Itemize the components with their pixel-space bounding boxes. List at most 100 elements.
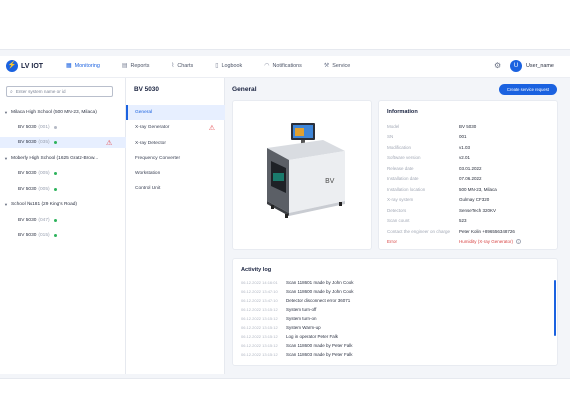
avatar[interactable]: U (510, 60, 522, 72)
settings-gear-icon[interactable]: ⚙ (494, 61, 501, 70)
tree-device[interactable]: BV 5030 (015) (0, 230, 126, 241)
device-name: BV 5030 (18, 125, 37, 130)
info-value: 07.06.2022 (459, 175, 482, 181)
device-name: BV 5030 (18, 171, 37, 176)
log-time: 06.12.2022 13:15:12 (241, 352, 278, 357)
grid-icon: ▦ (66, 63, 72, 69)
subsystem-menu: BV 5030 General X-ray Generator ⚠ X-ray … (126, 78, 225, 374)
log-time: 06.12.2022 13:15:12 (241, 343, 278, 348)
image-label: BV (325, 177, 335, 185)
user-name[interactable]: User_name (526, 63, 554, 69)
info-circle-icon[interactable]: i (516, 238, 522, 244)
info-value: Humidity (X-ray Generator) (459, 238, 514, 244)
info-label: Installation date (387, 175, 419, 181)
menu-item-xray-generator[interactable]: X-ray Generator ⚠ (126, 120, 225, 135)
nav-charts[interactable]: ⌇ Charts (171, 62, 193, 70)
info-value: v2.01 (459, 154, 471, 160)
menu-item-workstation[interactable]: Workstation (126, 166, 225, 181)
tree-device[interactable]: BV 5030 (001) (0, 122, 126, 133)
nav-logbook[interactable]: ▯ Logbook (215, 62, 243, 70)
info-row: Detectors SenseTech 320KV (387, 205, 555, 215)
log-row: 06.12.2022 13:15:12 System Warm-up (241, 323, 321, 332)
log-row: 06.12.2022 13:47:10 Scan 118600 made by J… (241, 287, 353, 296)
menu-item-label: Workstation (135, 171, 161, 176)
info-row: X-ray system Gulmay CF320 (387, 194, 555, 204)
search-icon: ⌕ (10, 88, 13, 95)
main-nav: ▦ Monitoring ▤ Reports ⌇ Charts ▯ Logboo… (66, 62, 372, 70)
tree-device[interactable]: BV 5030 (005) (0, 168, 126, 179)
chevron-down-icon[interactable]: ▼ (4, 156, 8, 161)
report-icon: ▤ (121, 63, 128, 69)
log-message: Detector disconnect error 36071 (286, 298, 351, 303)
status-dot-icon (53, 172, 57, 175)
info-label: Error (387, 238, 397, 244)
info-row: Installation date 07.06.2022 (387, 173, 555, 183)
info-row: Release date 03.01.2022 (387, 163, 555, 173)
log-message: Scan 118601 made by John Cook (286, 280, 354, 285)
device-name: BV 5030 (18, 218, 37, 223)
log-row: 06.12.2022 13:15:12 Scan 118600 made by P… (241, 341, 352, 350)
nav-label: Notifications (272, 62, 302, 69)
activity-log-card: Activity log 06.12.2022 14:16:01 Scan 118… (232, 258, 558, 366)
info-label: Release date (387, 165, 414, 171)
nav-monitoring[interactable]: ▦ Monitoring (66, 62, 100, 70)
chart-icon: ⌇ (171, 63, 175, 69)
info-label: Scan count (387, 217, 410, 223)
log-message: System turn-off (286, 307, 317, 312)
nav-reports[interactable]: ▤ Reports (121, 62, 150, 70)
info-value: v1.03 (459, 144, 471, 150)
log-time: 06.12.2022 13:15:12 (241, 325, 278, 330)
tree-group[interactable]: ▼ School №181 (29 King's Road) (0, 199, 126, 210)
status-dot-icon (53, 188, 57, 191)
info-row: Installation location 500 MN-23, Milaca (387, 184, 555, 194)
create-service-request-button[interactable]: Create service request (499, 84, 557, 95)
tree-device-selected[interactable]: BV 5030 (035) ⚠ (0, 137, 126, 148)
log-row: 06.12.2022 14:16:01 Scan 118601 made by J… (241, 278, 353, 287)
warning-icon: ⚠ (208, 124, 215, 132)
chevron-down-icon[interactable]: ▼ (4, 202, 8, 207)
group-label: Milaca High School (500 MN-23, Milaca) (10, 110, 97, 115)
activity-log-title: Activity log (241, 267, 272, 273)
tree-group[interactable]: ▼ Moberly High School (1625 Gratz-Brow..… (0, 153, 126, 164)
menu-item-frequency-converter[interactable]: Frequency Converter (126, 151, 225, 166)
info-label: Contact the engineer on charge (387, 228, 451, 234)
info-label: Software version (387, 154, 421, 160)
xray-scanner-image: BV (267, 123, 345, 218)
info-label: Model (387, 123, 400, 129)
nav-label: Monitoring (74, 62, 100, 69)
log-row: 06.12.2022 13:15:12 Scan 118603 made by P… (241, 350, 352, 359)
information-title: Information (387, 109, 418, 115)
info-row: Contact the engineer on charge Peter Koli… (387, 226, 555, 236)
tree-device[interactable]: BV 5030 (005) (0, 184, 126, 195)
chevron-down-icon[interactable]: ▼ (4, 110, 8, 115)
info-row: Model BV 5030 (387, 121, 555, 131)
logo[interactable]: ⚡ LV IOT (6, 60, 43, 72)
logbook-icon: ▯ (215, 63, 219, 69)
device-title: BV 5030 (134, 86, 159, 93)
device-name: BV 5030 (18, 140, 37, 145)
group-label: School №181 (29 King's Road) (10, 202, 78, 207)
tree-group[interactable]: ▼ Milaca High School (500 MN-23, Milaca) (0, 107, 126, 118)
menu-item-control-unit[interactable]: Control Unit (126, 181, 225, 196)
activity-log-scrollbar[interactable] (554, 280, 556, 336)
info-value: Gulmay CF320 (459, 196, 490, 202)
menu-item-xray-detector[interactable]: X-ray Detector (126, 136, 225, 151)
system-search[interactable]: ⌕ (6, 86, 113, 97)
log-time: 06.12.2022 14:16:01 (241, 280, 278, 285)
system-tree-panel: ⌕ ▼ Milaca High School (500 MN-23, Milac… (0, 78, 126, 374)
menu-item-general[interactable]: General (126, 105, 225, 120)
log-message: Scan 118600 made by Peter Falk (286, 343, 353, 348)
tree-device[interactable]: BV 5030 (047) (0, 215, 126, 226)
info-value: BV 5030 (459, 123, 477, 129)
device-serial: (047) (38, 218, 50, 223)
search-input[interactable] (15, 89, 111, 94)
nav-label: Logbook (221, 62, 243, 69)
status-dot-icon (53, 141, 57, 144)
log-row: 06.12.2022 13:47:10 Detector disconnect e… (241, 296, 350, 305)
info-value: Peter Kolin +896556348726 (459, 228, 515, 234)
nav-notifications[interactable]: ◠ Notifications (264, 62, 302, 70)
info-label: Installation location (387, 186, 426, 192)
nav-service[interactable]: ⚒ Service (324, 62, 350, 70)
info-value: SenseTech 320KV (459, 207, 497, 213)
device-serial: (005) (38, 187, 50, 192)
